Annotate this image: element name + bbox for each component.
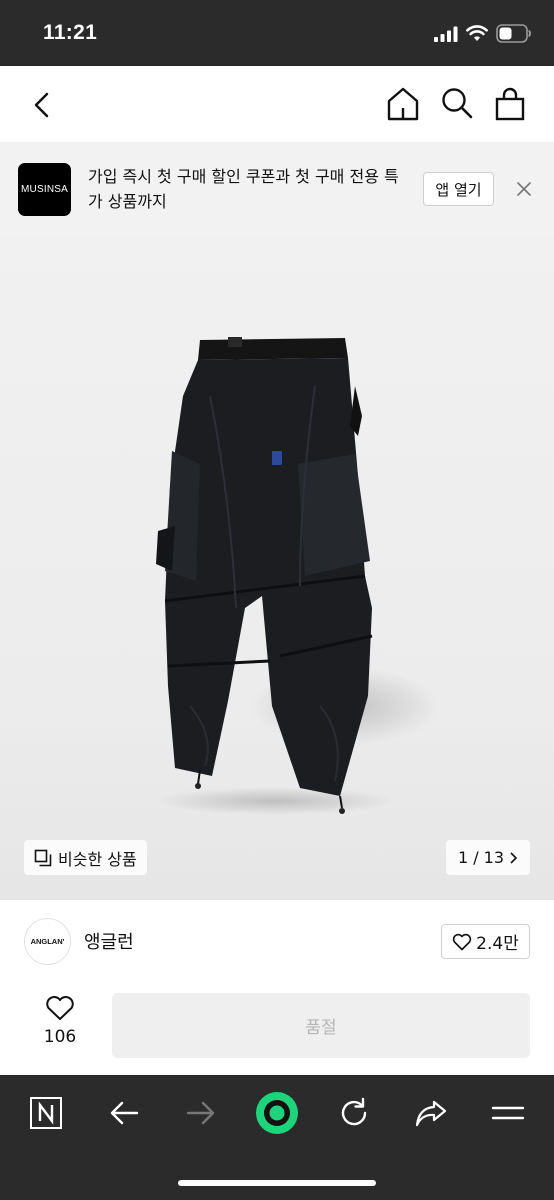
product-image-carousel[interactable]: 비슷한 상품 1 / 13 <box>0 236 554 900</box>
similar-products-label: 비슷한 상품 <box>58 849 137 869</box>
home-icon[interactable] <box>386 86 420 122</box>
battery-icon <box>496 24 531 43</box>
menu-button[interactable] <box>488 1093 528 1133</box>
browser-toolbar <box>0 1075 554 1200</box>
share-icon <box>415 1100 447 1127</box>
naver-home-button[interactable] <box>26 1093 66 1133</box>
app-install-banner: MUSINSA 가입 즉시 첫 구매 할인 쿠폰과 첫 구매 전용 특가 상품까… <box>0 142 554 236</box>
brand-name[interactable]: 앵글런 <box>84 928 134 954</box>
similar-products-icon <box>34 849 52 866</box>
green-dot-icon <box>256 1092 298 1134</box>
browser-back-button[interactable] <box>104 1093 144 1133</box>
status-bar: 11:21 <box>0 0 554 66</box>
home-indicator[interactable] <box>178 1180 376 1186</box>
green-dot-button[interactable] <box>254 1090 300 1136</box>
arrow-left-icon <box>110 1101 139 1125</box>
naver-n-icon <box>30 1097 62 1129</box>
arrow-right-icon <box>186 1101 215 1125</box>
musinsa-logo: MUSINSA <box>18 163 71 216</box>
similar-products-button[interactable]: 비슷한 상품 <box>24 840 147 875</box>
shopping-bag-icon[interactable] <box>494 86 526 122</box>
refresh-button[interactable] <box>334 1093 374 1133</box>
image-counter[interactable]: 1 / 13 <box>446 840 530 875</box>
product-photo <box>155 337 440 815</box>
wish-count: 106 <box>43 1027 77 1047</box>
heart-outline-icon <box>46 996 74 1020</box>
top-nav-bar <box>0 66 554 142</box>
hamburger-menu-icon <box>491 1106 525 1120</box>
search-icon[interactable] <box>440 86 474 120</box>
browser-forward-button[interactable] <box>181 1093 221 1133</box>
heart-outline-icon <box>452 933 472 950</box>
product-wish-button[interactable]: 106 <box>38 995 82 1055</box>
brand-section: ANGLAN' 앵글런 2.4만 106 품절 <box>0 900 554 1075</box>
close-icon[interactable] <box>514 179 534 199</box>
banner-message: 가입 즉시 첫 구매 할인 쿠폰과 첫 구매 전용 특가 상품까지 <box>88 167 399 211</box>
brand-like-button[interactable]: 2.4만 <box>441 924 530 959</box>
brand-like-count: 2.4만 <box>476 934 519 954</box>
back-arrow-icon[interactable] <box>30 88 54 122</box>
share-button[interactable] <box>411 1093 451 1133</box>
refresh-icon <box>341 1097 367 1126</box>
cellular-signal-icon <box>434 26 458 42</box>
image-counter-text: 1 / 13 <box>457 848 505 867</box>
chevron-right-icon <box>510 851 518 864</box>
wifi-icon <box>466 25 488 41</box>
soldout-button[interactable]: 품절 <box>112 993 530 1058</box>
open-app-button[interactable]: 앱 열기 <box>423 172 494 206</box>
status-time: 11:21 <box>43 21 98 44</box>
brand-avatar[interactable]: ANGLAN' <box>24 918 71 965</box>
